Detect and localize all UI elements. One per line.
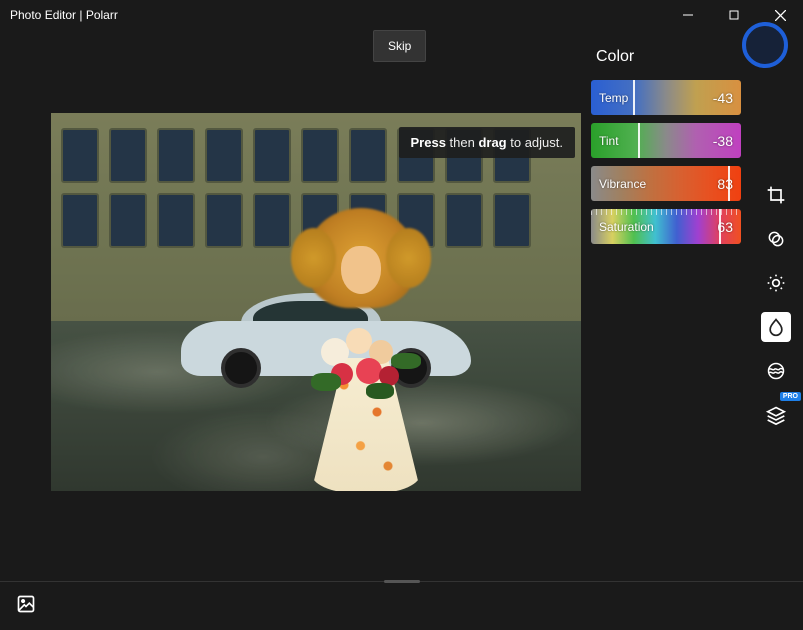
slider-temp[interactable]: Temp -43 [591, 80, 741, 115]
waves-icon[interactable] [761, 356, 791, 386]
bottom-bar [0, 582, 803, 630]
slider-tint-handle[interactable] [638, 123, 640, 158]
droplet-icon[interactable] [761, 312, 791, 342]
slider-vibrance-handle[interactable] [728, 166, 730, 201]
tooltip-word-rest: to adjust. [507, 135, 563, 150]
sun-icon[interactable] [761, 268, 791, 298]
window-controls [665, 0, 803, 30]
image-library-icon[interactable] [16, 594, 36, 619]
window-titlebar: Photo Editor | Polarr [0, 0, 803, 30]
color-accent-circle[interactable] [742, 22, 788, 68]
slider-saturation[interactable]: Saturation 63 [591, 209, 741, 244]
tooltip-word-press: Press [411, 135, 446, 150]
minimize-button[interactable] [665, 0, 711, 30]
slider-vibrance-value: 83 [717, 176, 733, 192]
slider-vibrance[interactable]: Vibrance 83 [591, 166, 741, 201]
window-title: Photo Editor | Polarr [10, 8, 118, 22]
tutorial-tooltip: Press then drag to adjust. [399, 127, 576, 158]
slider-tint-value: -38 [713, 133, 733, 149]
slider-saturation-label: Saturation [599, 220, 654, 234]
layers-icon[interactable]: PRO [761, 400, 791, 430]
slider-saturation-handle[interactable] [719, 209, 721, 244]
photo-canvas[interactable]: Press then drag to adjust. [51, 113, 581, 491]
overlap-circles-icon[interactable] [761, 224, 791, 254]
slider-temp-value: -43 [713, 90, 733, 106]
skip-button[interactable]: Skip [373, 30, 426, 62]
tooltip-word-then: then [446, 135, 479, 150]
photo-content [51, 113, 581, 491]
slider-vibrance-label: Vibrance [599, 177, 646, 191]
crop-icon[interactable] [761, 180, 791, 210]
maximize-button[interactable] [711, 0, 757, 30]
slider-tint-label: Tint [599, 134, 619, 148]
slider-temp-label: Temp [599, 91, 628, 105]
pro-badge: PRO [780, 392, 801, 401]
slider-tint[interactable]: Tint -38 [591, 123, 741, 158]
right-tool-strip: PRO [759, 180, 793, 430]
color-sliders-group: Temp -43 Tint -38 Vibrance 83 Saturation… [591, 80, 741, 244]
panel-title-color: Color [596, 48, 634, 66]
tooltip-word-drag: drag [478, 135, 506, 150]
slider-temp-handle[interactable] [633, 80, 635, 115]
